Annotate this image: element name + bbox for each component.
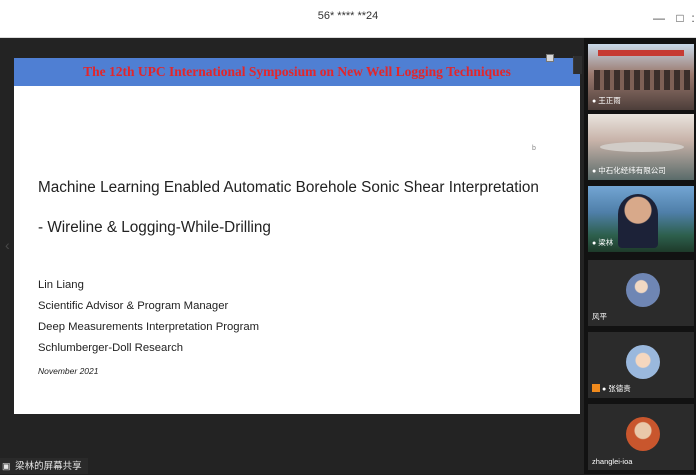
maximize-button[interactable]: □ [671,9,689,27]
participant-tile-3[interactable]: ● 梁林 [588,186,694,252]
author-name: Lin Liang [38,279,84,291]
title-bar: 56* **** **24 — □ : [0,0,696,38]
participant-label-4: 风平 [592,312,607,321]
avatar [626,345,660,379]
participant-tile-5[interactable]: ● 张德贵 [588,332,694,398]
slide-title: Machine Learning Enabled Automatic Boreh… [38,179,539,196]
window-title: 56* **** **24 [317,10,379,22]
mic-icon: ● [592,168,597,175]
meeting-room-table [600,142,684,152]
more-options-button[interactable]: : [689,9,696,27]
screen-share-icon: ▣ [2,461,11,471]
meeting-room-banner [598,50,684,56]
host-badge-icon [592,384,600,392]
avatar [626,273,660,307]
collapse-panel-handle[interactable] [573,56,582,74]
slide-banner: The 12th UPC International Symposium on … [14,54,580,86]
mic-icon: ● [592,98,597,105]
speaker-video [618,194,658,248]
slide-dot: b [532,145,536,152]
participant-label-5: ● 张德贵 [592,383,631,394]
meeting-room-people [594,70,690,90]
chevron-left-icon[interactable]: ‹ [5,237,10,253]
slide-resize-handle-icon [546,54,554,62]
participant-tile-2[interactable]: ● 中石化经纬有限公司 [588,114,694,180]
participant-label-1: ● 王正雨 [592,96,621,105]
mic-icon: ● [592,240,597,247]
presentation-slide: The 12th UPC International Symposium on … [14,54,580,414]
slide-date: November 2021 [38,366,99,376]
author-organization: Schlumberger-Doll Research [38,342,184,354]
author-program: Deep Measurements Interpretation Program [38,321,260,333]
screen-share-owner-text: 梁林的屏幕共享 [15,461,82,472]
minimize-button[interactable]: — [650,9,668,27]
participant-tile-6[interactable]: zhanglei-ioa [588,404,694,470]
mic-icon: ● [602,386,607,393]
participant-label-6: zhanglei-ioa [592,457,633,466]
participant-tile-1[interactable]: ● 王正雨 [588,44,694,110]
participant-label-2: ● 中石化经纬有限公司 [592,166,666,175]
author-role: Scientific Advisor & Program Manager [38,300,229,312]
participant-label-3: ● 梁林 [592,238,614,247]
screen-share-label: ▣ 梁林的屏幕共享 [0,458,88,474]
participant-tile-4[interactable]: 风平 [588,260,694,326]
slide-banner-text: The 12th UPC International Symposium on … [83,64,511,79]
slide-subtitle: - Wireline & Logging-While-Drilling [38,219,271,236]
avatar [626,417,660,451]
